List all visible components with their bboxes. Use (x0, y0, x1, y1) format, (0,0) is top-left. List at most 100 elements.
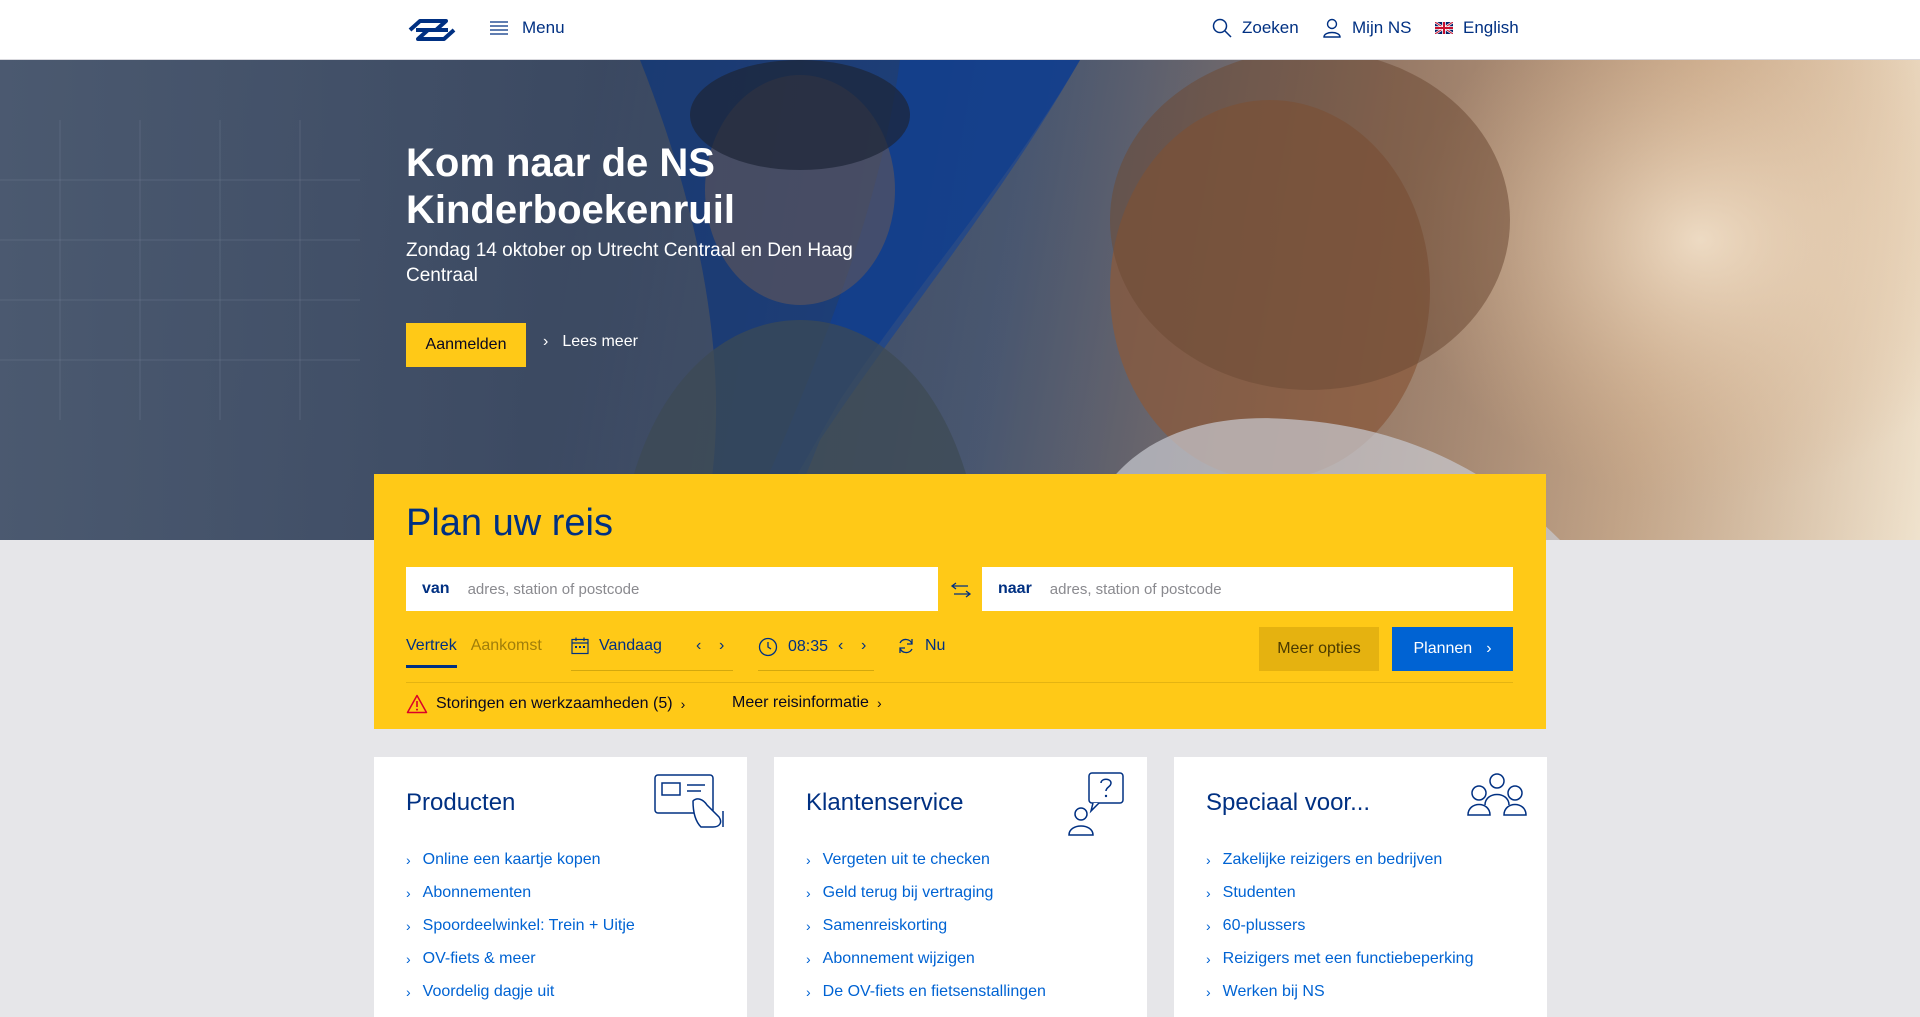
card-title: Producten (406, 789, 516, 816)
card-products: Producten › Online een kaartje kopen › Abo… (374, 757, 747, 1017)
list-item[interactable]: › Studenten (1206, 876, 1473, 909)
menu-label: Menu (522, 18, 565, 37)
more-travel-info-link[interactable]: Meer reisinformatie › (732, 694, 882, 712)
list-item[interactable]: › OV-fiets & meer (406, 942, 635, 975)
link-label: De OV-fiets en fietsenstallingen (822, 982, 1046, 1000)
link-label: Studenten (1222, 883, 1296, 901)
chevron-right-icon: › (406, 917, 411, 934)
language-label: English (1463, 18, 1519, 37)
list-item[interactable]: › Zakelijke reizigers en bedrijven (1206, 843, 1473, 876)
list-item[interactable]: › Abonnement wijzigen (806, 942, 1046, 975)
uk-flag-icon (1435, 22, 1453, 34)
to-field[interactable]: naar (982, 567, 1513, 611)
list-item[interactable]: › 60-plussers (1206, 909, 1473, 942)
link-label: Vergeten uit te checken (822, 850, 990, 868)
list-item[interactable]: › Vergeten uit te checken (806, 843, 1046, 876)
departure-arrival-tabs: Vertrek Aankomst (406, 637, 542, 668)
my-ns-button[interactable]: Mijn NS (1322, 18, 1412, 38)
list-item[interactable]: › Werken bij NS (1206, 975, 1473, 1008)
search-button[interactable]: Zoeken (1212, 18, 1299, 38)
date-picker[interactable]: Vandaag (571, 637, 662, 655)
plan-button[interactable]: Plannen › (1392, 627, 1513, 671)
search-label: Zoeken (1242, 18, 1299, 37)
chevron-right-icon: › (1206, 884, 1211, 901)
link-label: Geld terug bij vertraging (822, 883, 994, 901)
time-value: 08:35 (788, 638, 829, 655)
chevron-right-icon: › (680, 696, 686, 712)
search-icon (1212, 18, 1232, 38)
now-label: Nu (925, 637, 946, 654)
card-special-for: Speciaal voor... › Zakelijke reizigers en… (1174, 757, 1547, 1017)
special-for-link-list: › Zakelijke reizigers en bedrijven › Stude… (1206, 843, 1473, 1008)
menu-button[interactable]: Menu (490, 18, 565, 38)
chevron-right-icon: › (406, 884, 411, 901)
my-ns-label: Mijn NS (1352, 18, 1412, 37)
chevron-right-icon: › (806, 983, 811, 1000)
from-input[interactable] (465, 579, 938, 599)
list-item[interactable]: › Samenreiskorting (806, 909, 1046, 942)
card-title: Klantenservice (806, 789, 964, 816)
to-input[interactable] (1047, 579, 1513, 599)
ticket-card-icon (654, 774, 724, 828)
tab-arrival[interactable]: Aankomst (471, 637, 542, 668)
refresh-icon (899, 638, 913, 654)
link-label: Reizigers met een functiebeperking (1222, 949, 1474, 967)
swap-icon[interactable] (950, 581, 972, 599)
person-question-icon (1068, 772, 1124, 836)
user-icon (1323, 18, 1341, 38)
time-picker[interactable]: 08:35 (758, 637, 828, 657)
more-travel-info-label: Meer reisinformatie (732, 694, 869, 711)
time-prev-icon[interactable]: ‹ (838, 637, 843, 655)
plan-label: Plannen (1413, 640, 1473, 657)
list-item[interactable]: › Voordelig dagje uit (406, 975, 635, 1008)
chevron-right-icon: › (806, 884, 811, 901)
chevron-right-icon: › (1206, 983, 1211, 1000)
to-label: naar (998, 580, 1032, 597)
hamburger-icon (490, 21, 508, 35)
calendar-icon (571, 637, 589, 655)
chevron-right-icon: › (1206, 917, 1211, 934)
list-item[interactable]: › De OV-fiets en fietsenstallingen (806, 975, 1046, 1008)
read-more-link[interactable]: › Lees meer (543, 333, 638, 351)
chevron-right-icon: › (406, 983, 411, 1000)
list-item[interactable]: › Geld terug bij vertraging (806, 876, 1046, 909)
list-item[interactable]: › Abonnementen (406, 876, 635, 909)
date-value: Vandaag (599, 637, 662, 654)
more-options-button[interactable]: Meer opties (1259, 627, 1379, 671)
disruptions-link[interactable]: Storingen en werkzaamheden (5) › (406, 694, 685, 714)
time-underline (758, 670, 874, 671)
list-item[interactable]: › Online een kaartje kopen (406, 843, 635, 876)
now-button[interactable]: Nu (897, 637, 945, 655)
list-item[interactable]: › Spoordeelwinkel: Trein + Uitje (406, 909, 635, 942)
time-next-icon[interactable]: › (861, 637, 866, 655)
link-label: Online een kaartje kopen (422, 850, 601, 868)
link-label: Werken bij NS (1222, 982, 1325, 1000)
chevron-right-icon: › (806, 851, 811, 868)
card-title: Speciaal voor... (1206, 789, 1371, 816)
disruptions-label: Storingen en werkzaamheden (5) (436, 695, 673, 712)
card-customer-service: Klantenservice › Vergeten uit te checken … (774, 757, 1147, 1017)
link-label: Abonnement wijzigen (822, 949, 975, 967)
register-button[interactable]: Aanmelden (406, 323, 526, 367)
hero-subtitle: Zondag 14 oktober op Utrecht Centraal en… (406, 240, 853, 286)
date-underline (571, 670, 733, 671)
hero-banner: Kom naar de NS Kinderboekenruil Zondag 1… (0, 60, 1920, 540)
date-prev-icon[interactable]: ‹ (696, 637, 701, 655)
ns-logo[interactable] (406, 17, 458, 43)
chevron-right-icon: › (806, 917, 811, 934)
chevron-right-icon: › (1206, 851, 1211, 868)
date-next-icon[interactable]: › (719, 637, 724, 655)
list-item[interactable]: › Reizigers met een functiebeperking (1206, 942, 1473, 975)
hero-image (0, 60, 1920, 540)
link-label: Samenreiskorting (822, 916, 948, 934)
read-more-label: Lees meer (562, 333, 638, 350)
products-link-list: › Online een kaartje kopen › Abonnementen … (406, 843, 635, 1008)
tab-departure[interactable]: Vertrek (406, 637, 457, 668)
from-field[interactable]: van (406, 567, 938, 611)
link-label: OV-fiets & meer (422, 949, 536, 967)
chevron-right-icon: › (406, 950, 411, 967)
clock-icon (758, 637, 778, 657)
chevron-right-icon: › (876, 695, 882, 711)
language-switch[interactable]: English (1435, 18, 1519, 38)
site-header: Menu Zoeken Mijn NS English (0, 0, 1920, 60)
